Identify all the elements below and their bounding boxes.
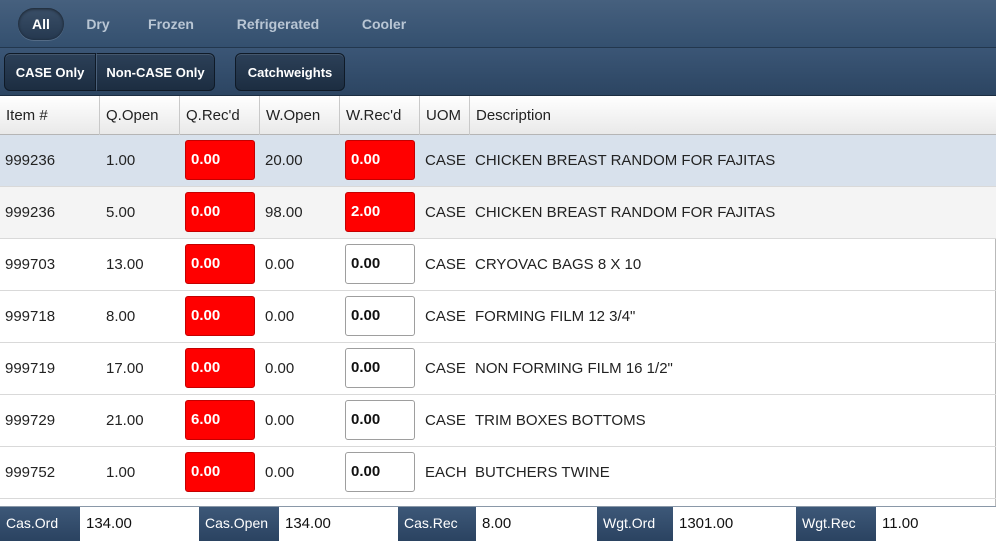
table-row[interactable]: 999718 8.00 0.00 0.00 0.00 CASE FORMING … [0,291,996,343]
cases-received-label: Cas.Rec [398,507,476,541]
tab-frozen[interactable]: Frozen [138,8,204,40]
cases-open-label: Cas.Open [199,507,279,541]
tab-dry[interactable]: Dry [78,8,118,40]
w-open-value: 0.00 [265,360,295,377]
w-open-value: 98.00 [265,204,303,221]
w-recd-input[interactable]: 0.00 [345,296,415,336]
item-number: 999719 [5,360,56,377]
q-recd-input[interactable]: 0.00 [185,452,255,492]
column-header-uom[interactable]: UOM [420,96,470,135]
description-value: CHICKEN BREAST RANDOM FOR FAJITAS [475,204,776,221]
table-row[interactable]: 999236 5.00 0.00 98.00 2.00 CASE CHICKEN… [0,187,996,239]
w-recd-input[interactable]: 2.00 [345,192,415,232]
w-open-value: 0.00 [265,256,295,273]
tab-refrigerated[interactable]: Refrigerated [224,8,332,40]
table-row[interactable]: 999719 17.00 0.00 0.00 0.00 CASE NON FOR… [0,343,996,395]
q-recd-input[interactable]: 6.00 [185,400,255,440]
item-number: 999718 [5,308,56,325]
item-number: 999236 [5,204,56,221]
column-header-item[interactable]: Item # [0,96,100,135]
description-value: CRYOVAC BAGS 8 X 10 [475,256,642,273]
uom-value: CASE [425,412,466,429]
cases-received-value: 8.00 [476,507,597,541]
q-recd-input[interactable]: 0.00 [185,296,255,336]
table-row[interactable]: 999236 1.00 0.00 20.00 0.00 CASE CHICKEN… [0,135,996,187]
weight-ordered-label: Wgt.Ord [597,507,673,541]
description-value: NON FORMING FILM 16 1/2" [475,360,673,377]
column-header-w-recd[interactable]: W.Rec'd [340,96,420,135]
item-number: 999236 [5,152,56,169]
totals-footer: Cas.Ord 134.00 Cas.Open 134.00 Cas.Rec 8… [0,506,996,541]
column-header-w-open[interactable]: W.Open [260,96,340,135]
q-open-value: 21.00 [106,412,144,429]
description-value: BUTCHERS TWINE [475,464,610,481]
category-tab-bar: All Dry Frozen Refrigerated Cooler [0,0,996,48]
table-row[interactable]: 999703 13.00 0.00 0.00 0.00 CASE CRYOVAC… [0,239,996,291]
cases-open-value: 134.00 [279,507,398,541]
q-open-value: 17.00 [106,360,144,377]
uom-value: CASE [425,308,466,325]
filter-bar: CASE Only Non-CASE Only Catchweights [0,48,996,96]
w-open-value: 0.00 [265,412,295,429]
uom-value: CASE [425,204,466,221]
case-only-button[interactable]: CASE Only [4,53,96,91]
catchweights-button[interactable]: Catchweights [235,53,345,91]
weight-received-value: 11.00 [876,507,996,541]
table-row[interactable]: 999729 21.00 6.00 0.00 0.00 CASE TRIM BO… [0,395,996,447]
weight-ordered-value: 1301.00 [673,507,796,541]
w-recd-input[interactable]: 0.00 [345,348,415,388]
w-open-value: 0.00 [265,308,295,325]
column-header-q-open[interactable]: Q.Open [100,96,180,135]
w-recd-input[interactable]: 0.00 [345,400,415,440]
uom-value: CASE [425,152,466,169]
tab-all[interactable]: All [18,8,64,40]
q-recd-input[interactable]: 0.00 [185,140,255,180]
q-open-value: 5.00 [106,204,136,221]
item-number: 999703 [5,256,56,273]
q-open-value: 8.00 [106,308,136,325]
w-recd-input[interactable]: 0.00 [345,452,415,492]
description-value: CHICKEN BREAST RANDOM FOR FAJITAS [475,152,776,169]
uom-value: EACH [425,464,467,481]
q-recd-input[interactable]: 0.00 [185,348,255,388]
q-recd-input[interactable]: 0.00 [185,192,255,232]
q-open-value: 1.00 [106,152,136,169]
table-row[interactable]: 999752 1.00 0.00 0.00 0.00 EACH BUTCHERS… [0,447,996,499]
column-header-description[interactable]: Description [470,96,996,135]
q-recd-input[interactable]: 0.00 [185,244,255,284]
item-number: 999729 [5,412,56,429]
description-value: FORMING FILM 12 3/4" [475,308,636,325]
column-header-q-recd[interactable]: Q.Rec'd [180,96,260,135]
non-case-only-button[interactable]: Non-CASE Only [96,53,215,91]
w-open-value: 0.00 [265,464,295,481]
w-open-value: 20.00 [265,152,303,169]
description-value: TRIM BOXES BOTTOMS [475,412,646,429]
w-recd-input[interactable]: 0.00 [345,140,415,180]
cases-ordered-value: 134.00 [80,507,199,541]
q-open-value: 1.00 [106,464,136,481]
tab-cooler[interactable]: Cooler [352,8,416,40]
grid-header: Item # Q.Open Q.Rec'd W.Open W.Rec'd UOM… [0,96,996,135]
receiving-grid: Item # Q.Open Q.Rec'd W.Open W.Rec'd UOM… [0,96,996,506]
q-open-value: 13.00 [106,256,144,273]
uom-value: CASE [425,360,466,377]
uom-value: CASE [425,256,466,273]
weight-received-label: Wgt.Rec [796,507,876,541]
item-number: 999752 [5,464,56,481]
cases-ordered-label: Cas.Ord [0,507,80,541]
w-recd-input[interactable]: 0.00 [345,244,415,284]
